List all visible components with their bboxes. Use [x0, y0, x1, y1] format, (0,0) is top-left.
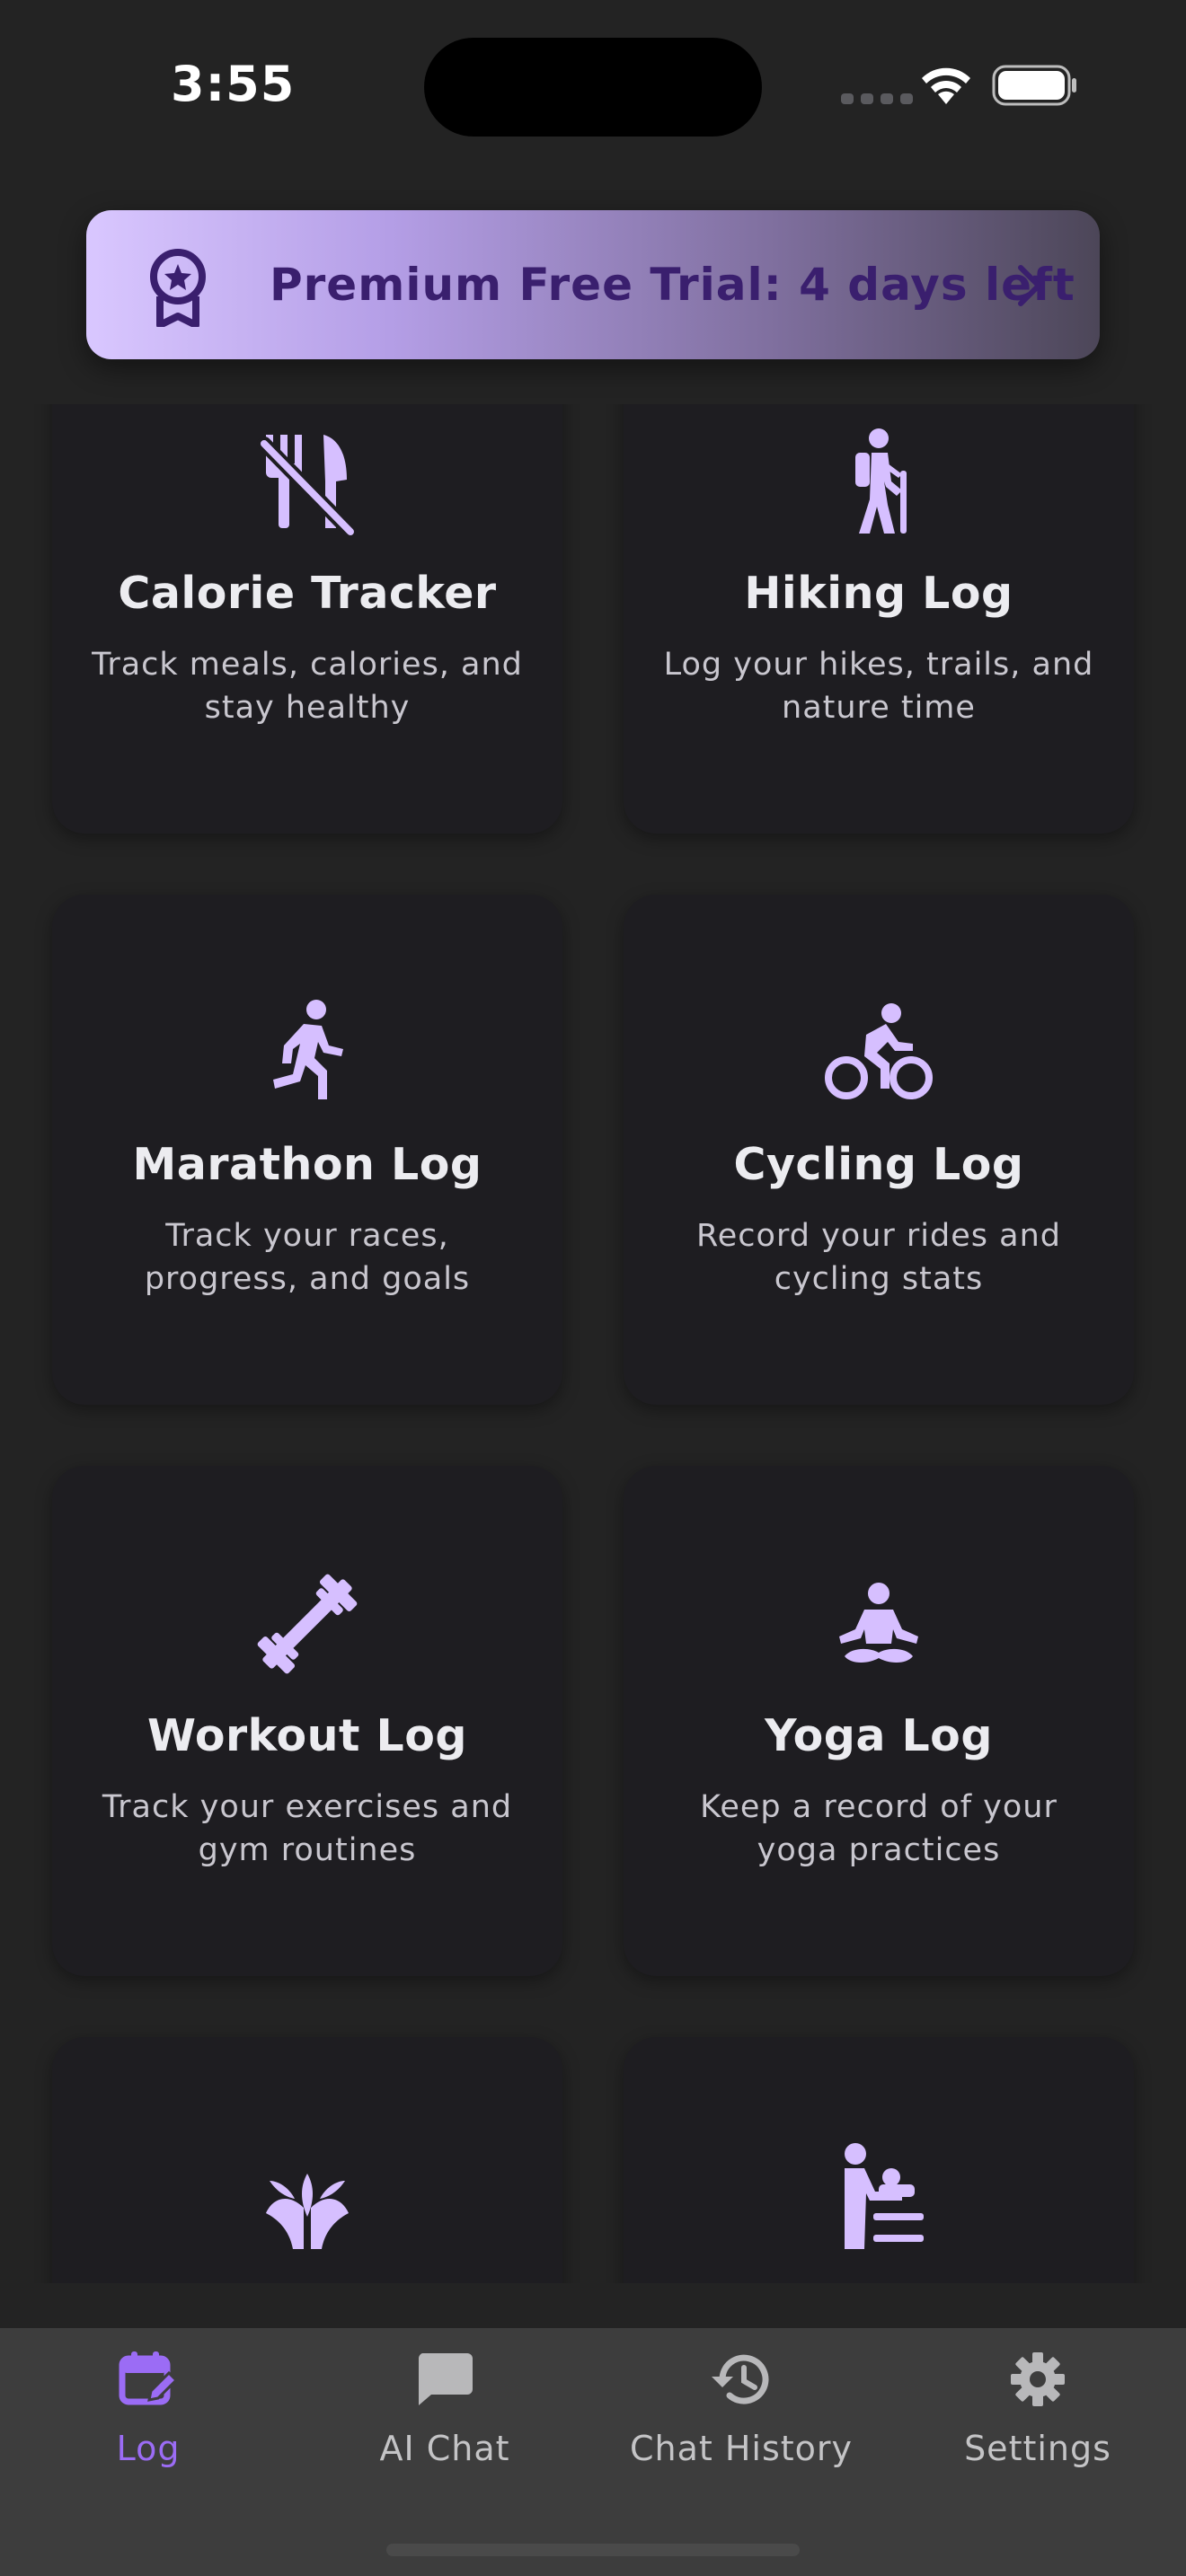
card-description: Track meals, calories, and stay healthy	[92, 647, 523, 726]
running-icon	[273, 1000, 343, 1099]
chat-bubble-icon	[418, 2353, 473, 2405]
award-icon	[150, 249, 206, 327]
card-description: Track your races, progress, and goals	[144, 1218, 471, 1297]
tab-label: Settings	[964, 2429, 1111, 2468]
bicycle-icon	[825, 1003, 933, 1099]
tab-label: Chat History	[629, 2429, 854, 2468]
battery-icon	[992, 65, 1076, 106]
tab-label: Log	[116, 2429, 181, 2468]
card-cycling-log[interactable]: Cycling Log Record your rides and cyclin…	[624, 895, 1134, 1405]
card-title: Hiking Log	[744, 568, 1013, 619]
card-description: Keep a record of your yoga practices	[700, 1789, 1058, 1868]
dumbbell-icon	[257, 1574, 358, 1674]
card-title: Calorie Tracker	[118, 568, 497, 619]
tab-log[interactable]: Log	[0, 2328, 296, 2508]
card-workout-log[interactable]: Workout Log Track your exercises and gym…	[52, 1466, 562, 1976]
card-title: Yoga Log	[765, 1710, 993, 1761]
hiking-icon	[855, 428, 907, 534]
premium-trial-text: Premium Free Trial: 4 days left	[270, 259, 1075, 311]
chevron-right-icon	[1018, 265, 1041, 306]
card-description: Track your exercises and gym routines	[102, 1789, 513, 1868]
calendar-edit-icon	[119, 2351, 178, 2405]
no-food-icon	[257, 435, 358, 535]
baby-changing-icon	[845, 2143, 924, 2249]
card-yoga-log[interactable]: Yoga Log Keep a record of your yoga prac…	[624, 1466, 1134, 1976]
tab-settings[interactable]: Settings	[890, 2328, 1186, 2508]
cellular-signal-icon	[841, 93, 913, 104]
premium-trial-banner[interactable]: Premium Free Trial: 4 days left	[86, 210, 1100, 359]
log-grid: Calorie Tracker Track meals, calories, a…	[52, 404, 1134, 2283]
history-icon	[712, 2354, 769, 2404]
card-description: Record your rides and cycling stats	[696, 1218, 1061, 1297]
card-marathon-log[interactable]: Marathon Log Track your races, progress,…	[52, 895, 562, 1405]
card-title: Cycling Log	[733, 1139, 1024, 1190]
status-bar: 3:55	[0, 0, 1186, 180]
dynamic-island	[424, 38, 762, 137]
card-title: Workout Log	[147, 1710, 467, 1761]
meditation-icon	[839, 1583, 918, 1663]
tab-label: AI Chat	[379, 2429, 510, 2468]
log-grid-viewport[interactable]: Calorie Tracker Track meals, calories, a…	[0, 404, 1186, 2283]
gear-icon	[1011, 2352, 1065, 2406]
status-time: 3:55	[171, 56, 296, 112]
wifi-icon	[922, 67, 970, 104]
card-calorie-tracker[interactable]: Calorie Tracker Track meals, calories, a…	[52, 404, 562, 834]
tab-ai-chat[interactable]: AI Chat	[296, 2328, 593, 2508]
tab-chat-history[interactable]: Chat History	[593, 2328, 890, 2508]
card-title: Marathon Log	[132, 1139, 482, 1190]
card-description: Log your hikes, trails, and nature time	[663, 647, 1094, 726]
bottom-tab-bar: Log AI Chat Chat History Settings	[0, 2328, 1186, 2576]
card-hiking-log[interactable]: Hiking Log Log your hikes, trails, and n…	[624, 404, 1134, 834]
card-baby-log[interactable]	[624, 2037, 1134, 2283]
plant-icon	[266, 2174, 349, 2249]
card-gardening-log[interactable]	[52, 2037, 562, 2283]
home-indicator[interactable]	[386, 2544, 800, 2556]
